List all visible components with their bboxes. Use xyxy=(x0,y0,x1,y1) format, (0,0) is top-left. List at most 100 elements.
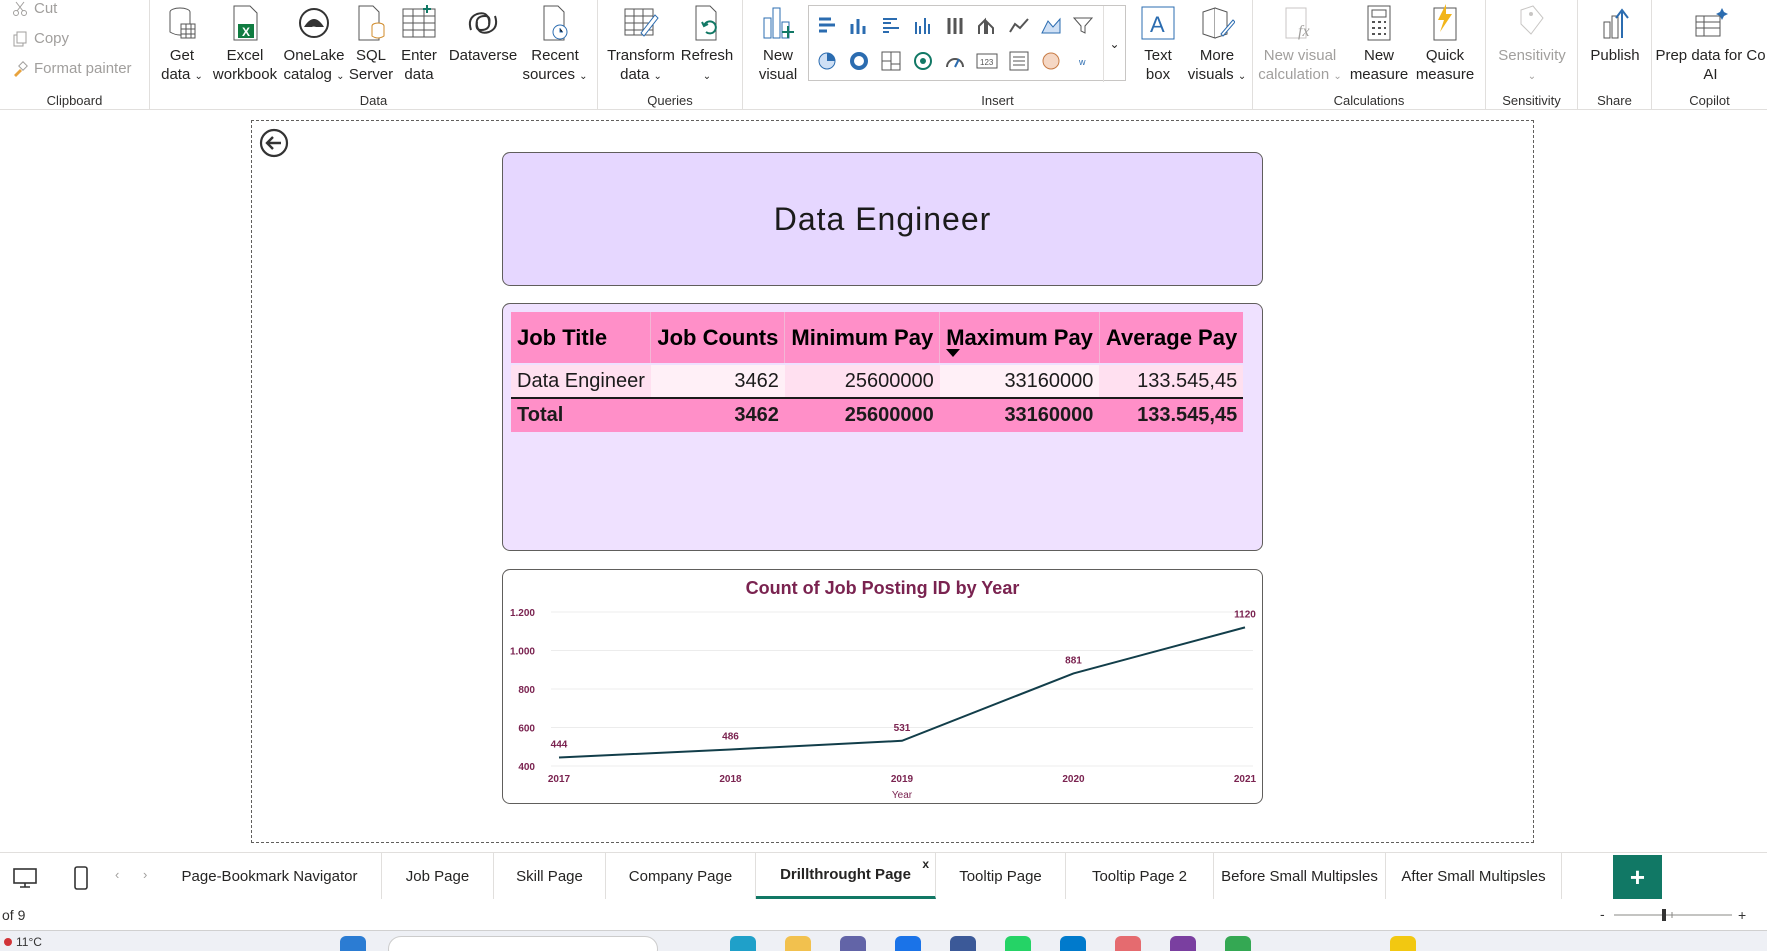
area-chart-icon[interactable] xyxy=(1037,12,1065,38)
more-visuals-button[interactable]: More visuals ⌄ xyxy=(1188,0,1246,86)
refresh-button[interactable]: Refresh ⌄ xyxy=(680,0,734,86)
multi-row-card-icon[interactable] xyxy=(1005,48,1033,74)
page-tab[interactable]: Before Small Multipsles xyxy=(1214,853,1386,899)
page-tab-label: Drillthrought Page xyxy=(780,866,911,883)
calendar-icon[interactable] xyxy=(950,936,976,951)
sort-descending-icon xyxy=(946,349,961,357)
table-row[interactable]: Data Engineer 3462 25600000 33160000 133… xyxy=(511,363,1244,398)
header-job-title[interactable]: Job Title xyxy=(511,312,652,364)
fx-calculation-icon: fx xyxy=(1280,0,1320,46)
mobile-view-icon[interactable] xyxy=(66,863,96,893)
page-tab[interactable]: Tooltip Page 2 xyxy=(1066,853,1214,899)
clustered-bar-icon[interactable] xyxy=(877,12,905,38)
transform-data-button[interactable]: Transform data ⌄ xyxy=(607,0,675,86)
tab-scroll-left-icon[interactable]: ‹ xyxy=(115,867,119,882)
publish-button[interactable]: Publish xyxy=(1584,0,1646,65)
new-measure-button[interactable]: New measure xyxy=(1349,0,1409,84)
quick-measure-button[interactable]: Quick measure xyxy=(1413,0,1477,84)
table-total-row: Total 3462 25600000 33160000 133.545,45 xyxy=(511,397,1244,432)
page-title-card[interactable]: Data Engineer xyxy=(502,152,1263,286)
100-column-icon[interactable] xyxy=(941,12,969,38)
search-bar-icon[interactable] xyxy=(388,936,658,951)
enter-data-button[interactable]: Enter data xyxy=(398,0,440,84)
close-tab-icon[interactable]: x xyxy=(922,857,929,871)
copy-button[interactable]: Copy xyxy=(12,30,69,47)
text-box-button[interactable]: A Text box xyxy=(1135,0,1181,84)
zoom-slider[interactable]: - + xyxy=(1600,908,1750,922)
stacked-bar-icon[interactable] xyxy=(813,12,841,38)
clustered-column-icon[interactable] xyxy=(909,12,937,38)
app-icon[interactable] xyxy=(1115,936,1141,951)
header-job-counts[interactable]: Job Counts xyxy=(650,312,786,364)
page-tab[interactable]: Job Page xyxy=(382,853,494,899)
header-average-pay[interactable]: Average Pay xyxy=(1099,312,1244,364)
new-visual-button[interactable]: New visual xyxy=(753,0,803,84)
dataverse-button[interactable]: Dataverse xyxy=(448,0,518,65)
gallery-expand-icon[interactable]: ⌄ xyxy=(1103,6,1125,82)
total-maximum-pay: 33160000 xyxy=(939,397,1100,432)
add-page-button[interactable]: + xyxy=(1613,855,1662,899)
weather-widget[interactable]: 11°C xyxy=(4,935,42,949)
page-tab-label: After Small Multipsles xyxy=(1401,867,1546,885)
quick-measure-icon xyxy=(1425,0,1465,46)
format-painter-button[interactable]: Format painter xyxy=(12,60,132,77)
onelake-catalog-button[interactable]: OneLake catalog ⌄ xyxy=(282,0,346,86)
page-tab[interactable]: Drillthrought Page x xyxy=(756,853,936,899)
header-maximum-pay[interactable]: Maximum Pay xyxy=(939,312,1100,364)
get-data-button[interactable]: Get data ⌄ xyxy=(160,0,204,86)
powerbi-icon[interactable] xyxy=(1390,936,1416,951)
sensitivity-button[interactable]: Sensitivity ⌄ xyxy=(1494,0,1570,86)
donut-chart-icon[interactable] xyxy=(845,48,873,74)
treemap-icon[interactable] xyxy=(877,48,905,74)
page-tab[interactable]: After Small Multipsles xyxy=(1386,853,1562,899)
line-chart-card[interactable]: Count of Job Posting ID by Year 400 600 80… xyxy=(502,569,1263,804)
line-chart-icon[interactable] xyxy=(1005,12,1033,38)
back-arrow-icon[interactable] xyxy=(258,127,290,159)
svg-text:-: - xyxy=(1600,908,1605,922)
page-tab[interactable]: Skill Page xyxy=(494,853,606,899)
queries-group-label: Queries xyxy=(647,93,693,108)
page-title: Data Engineer xyxy=(773,200,992,237)
vscode-icon[interactable] xyxy=(1060,936,1086,951)
obs-icon[interactable] xyxy=(1170,936,1196,951)
clipboard-group-label: Clipboard xyxy=(46,93,103,108)
new-visual-icon xyxy=(758,0,798,46)
cell-average-pay: 133.545,45 xyxy=(1099,363,1244,398)
whatsapp-icon[interactable] xyxy=(1005,936,1031,951)
status-bar: of 9 - + xyxy=(0,902,1767,928)
report-canvas: Data Engineer Job Title Job Counts Minim… xyxy=(251,120,1534,843)
explorer-icon[interactable] xyxy=(785,936,811,951)
page-tab[interactable]: Tooltip Page xyxy=(936,853,1066,899)
gauge-icon[interactable] xyxy=(941,48,969,74)
cut-button[interactable]: Cut xyxy=(12,0,57,17)
mail-icon[interactable] xyxy=(895,936,921,951)
new-visual-calculation-button[interactable]: fx New visual calculation ⌄ xyxy=(1258,0,1342,86)
pie-chart-icon[interactable] xyxy=(813,48,841,74)
start-icon[interactable] xyxy=(340,936,366,951)
map-icon[interactable] xyxy=(909,48,937,74)
page-tab[interactable]: Company Page xyxy=(606,853,756,899)
y-tick-label: 1.200 xyxy=(510,608,535,619)
sql-server-button[interactable]: SQL Server xyxy=(349,0,393,84)
stacked-column-icon[interactable] xyxy=(845,12,873,38)
matrix-table-card[interactable]: Job Title Job Counts Minimum Pay Maximum… xyxy=(502,303,1263,551)
x-tick-label: 2019 xyxy=(891,774,914,785)
page-tab-label: Skill Page xyxy=(516,867,583,885)
word-cloud-icon[interactable]: w xyxy=(1069,48,1097,74)
recent-sources-button[interactable]: Recent sources ⌄ xyxy=(520,0,590,86)
new-measure-label: New measure xyxy=(1349,47,1409,83)
share-group: Publish Share xyxy=(1578,0,1652,110)
excel-workbook-button[interactable]: X Excel workbook xyxy=(212,0,278,84)
chrome-icon[interactable] xyxy=(1225,936,1251,951)
header-minimum-pay[interactable]: Minimum Pay xyxy=(784,312,941,364)
card-icon[interactable]: 123 xyxy=(973,48,1001,74)
desktop-view-icon[interactable] xyxy=(10,863,40,893)
page-tab[interactable]: Page-Bookmark Navigator xyxy=(158,853,382,899)
prep-data-for-ai-button[interactable]: Prep data for Co AI xyxy=(1654,0,1767,84)
teams-icon[interactable] xyxy=(840,936,866,951)
shape-map-icon[interactable] xyxy=(1037,48,1065,74)
funnel-icon[interactable] xyxy=(1069,12,1097,38)
ribbon-chart-icon[interactable] xyxy=(973,12,1001,38)
tab-scroll-right-icon[interactable]: › xyxy=(143,867,147,882)
edge-icon[interactable] xyxy=(730,936,756,951)
